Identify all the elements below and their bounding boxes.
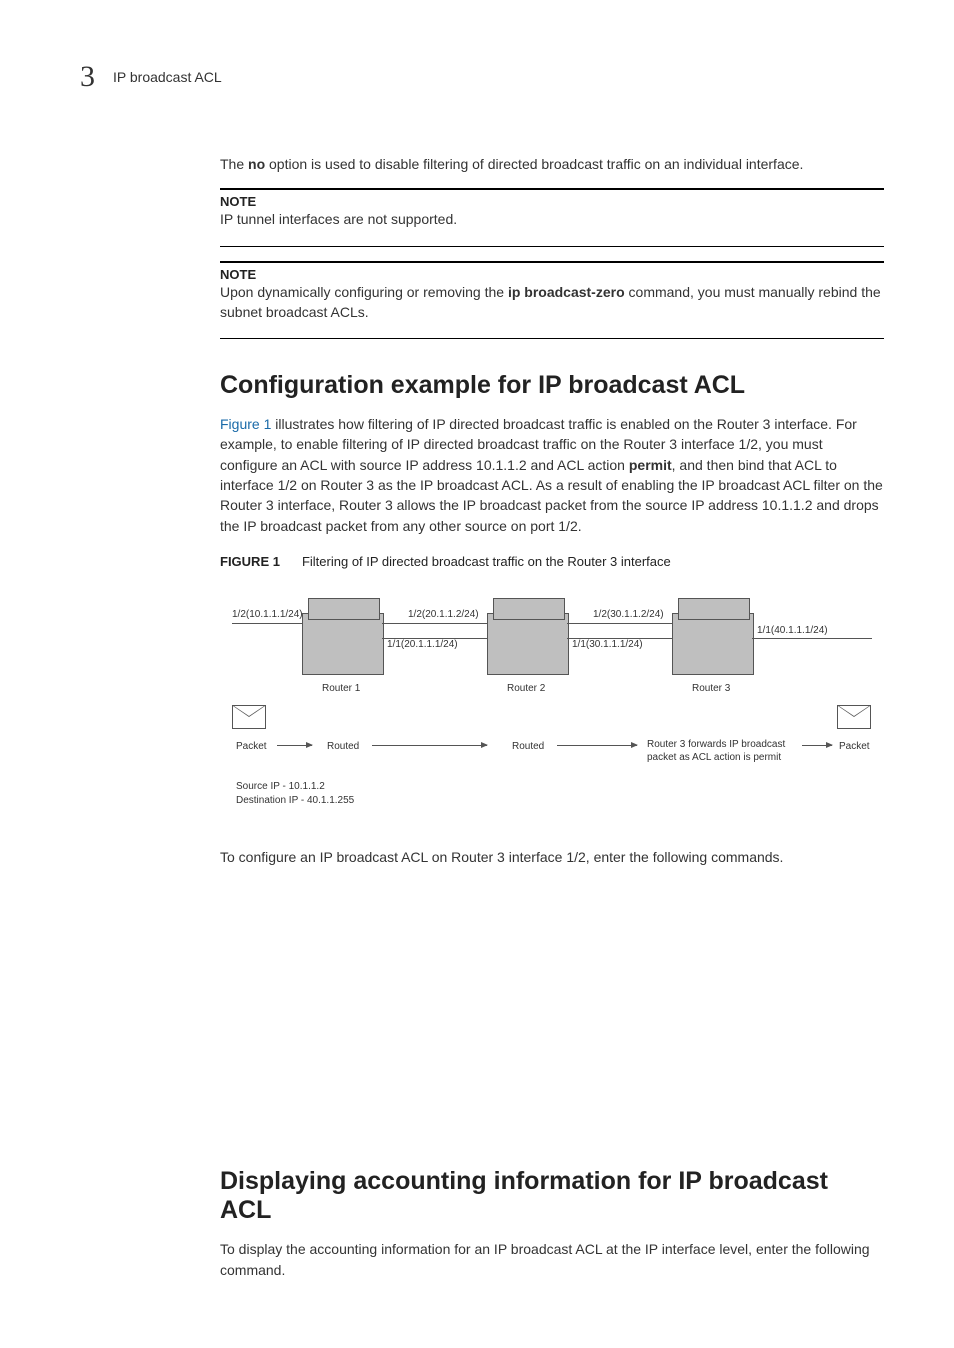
line-r1-r2-top <box>382 623 487 624</box>
figure-label: FIGURE 1 <box>220 554 280 569</box>
note2-cmd: ip broadcast-zero <box>508 284 625 300</box>
packet-left-label: Packet <box>236 741 267 752</box>
note-box-2: NOTE Upon dynamically configuring or rem… <box>220 261 884 340</box>
line-r2-r3-top <box>567 623 672 624</box>
router-2-top <box>493 598 565 620</box>
intro-after: option is used to disable filtering of d… <box>265 156 803 172</box>
r2-right-bot-port: 1/1(30.1.1.1/24) <box>572 639 643 650</box>
packet-icon-left <box>232 705 266 729</box>
r1-right-top-port: 1/2(20.1.1.2/24) <box>408 609 479 620</box>
arrow-3 <box>557 745 637 746</box>
chapter-title: IP broadcast ACL <box>113 69 222 85</box>
arrow-4 <box>802 745 832 746</box>
note2-label: NOTE <box>220 267 884 282</box>
router-2-box <box>487 613 569 675</box>
router-3-top <box>678 598 750 620</box>
chapter-number: 3 <box>80 60 95 94</box>
r3-right-port: 1/1(40.1.1.1/24) <box>757 625 828 636</box>
routed1-label: Routed <box>327 741 359 752</box>
router-1-top <box>308 598 380 620</box>
figure-caption-text: Filtering of IP directed broadcast traff… <box>302 554 671 569</box>
config-text: To configure an IP broadcast ACL on Rout… <box>220 847 884 867</box>
figure-diagram: 1/2(10.1.1.1/24) 1/2(20.1.1.2/24) 1/1(20… <box>232 583 872 823</box>
note-box-1: NOTE IP tunnel interfaces are not suppor… <box>220 188 884 246</box>
forward-text: Router 3 forwards IP broadcast packet as… <box>647 738 807 764</box>
router2-label: Router 2 <box>507 683 545 694</box>
section2-paragraph: To display the accounting information fo… <box>220 1239 884 1280</box>
line-r1-left <box>232 623 302 624</box>
intro-cmd-no: no <box>248 156 265 172</box>
section2-heading: Displaying accounting information for IP… <box>220 1167 884 1225</box>
source-ip: Source IP - 10.1.1.2 <box>236 781 325 792</box>
figure-caption: FIGURE 1 Filtering of IP directed broadca… <box>220 554 884 569</box>
note1-label: NOTE <box>220 194 884 209</box>
router-3-box <box>672 613 754 675</box>
intro-paragraph: The no option is used to disable filteri… <box>220 154 884 174</box>
dest-ip: Destination IP - 40.1.1.255 <box>236 795 354 806</box>
note2-text: Upon dynamically configuring or removing… <box>220 282 884 323</box>
section1-permit-cmd: permit <box>629 457 672 473</box>
router1-label: Router 1 <box>322 683 360 694</box>
packet-icon-right <box>837 705 871 729</box>
arrow-1 <box>277 745 312 746</box>
r2-right-top-port: 1/2(30.1.1.2/24) <box>593 609 664 620</box>
arrow-2 <box>372 745 487 746</box>
routed2-label: Routed <box>512 741 544 752</box>
section1-heading: Configuration example for IP broadcast A… <box>220 371 884 400</box>
router-1-box <box>302 613 384 675</box>
intro-before: The <box>220 156 248 172</box>
section1-paragraph: Figure 1 illustrates how filtering of IP… <box>220 414 884 536</box>
note1-text: IP tunnel interfaces are not supported. <box>220 209 884 229</box>
router3-label: Router 3 <box>692 683 730 694</box>
r1-right-bot-port: 1/1(20.1.1.1/24) <box>387 639 458 650</box>
r1-left-port: 1/2(10.1.1.1/24) <box>232 609 303 620</box>
packet-right-label: Packet <box>839 741 870 752</box>
figure-1-link[interactable]: Figure 1 <box>220 416 271 432</box>
line-r3-right <box>752 638 872 639</box>
note2-before: Upon dynamically configuring or removing… <box>220 284 508 300</box>
page-header: 3 IP broadcast ACL <box>80 60 884 94</box>
